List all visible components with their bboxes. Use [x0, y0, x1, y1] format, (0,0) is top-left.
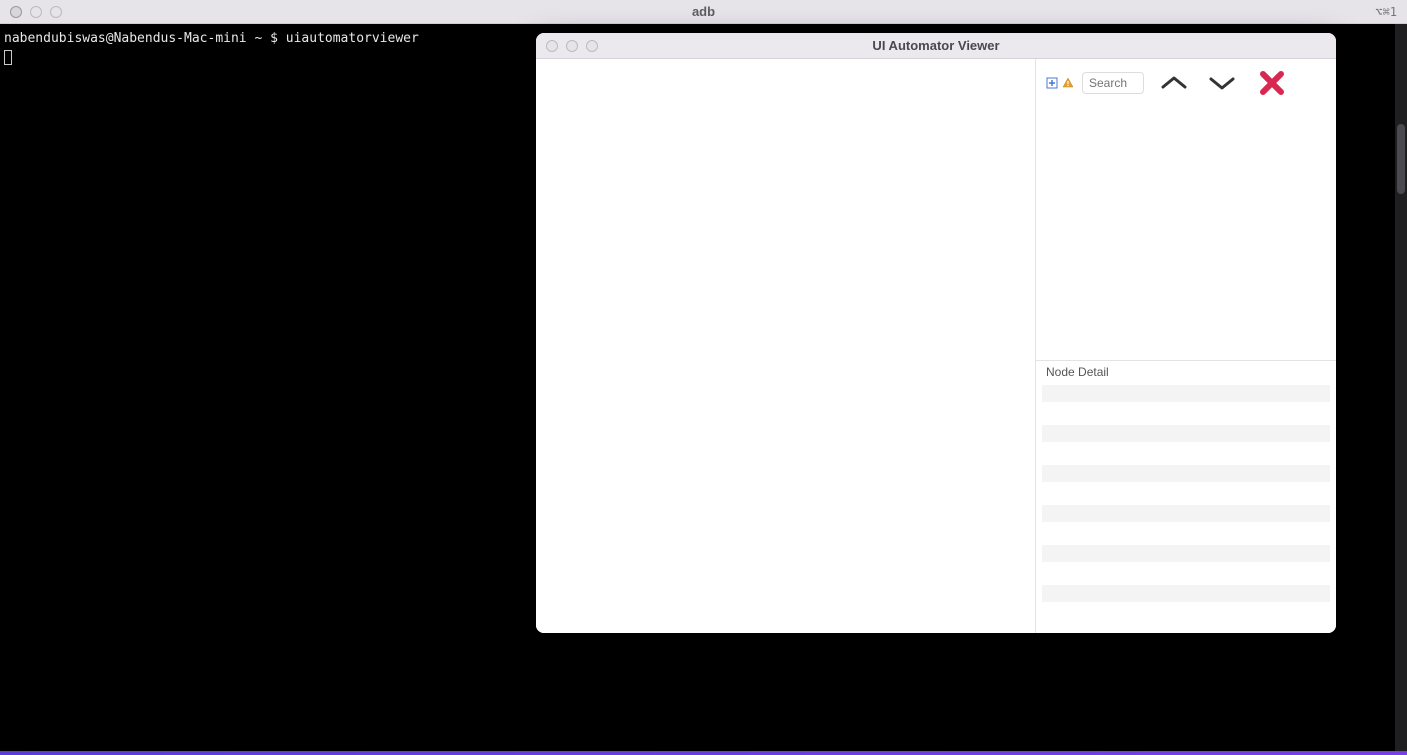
node-detail-row[interactable] [1042, 525, 1330, 542]
terminal-prompt: nabendubiswas@Nabendus-Mac-mini ~ $ [4, 31, 286, 46]
node-detail-row[interactable] [1042, 485, 1330, 502]
viewer-close-button[interactable] [546, 40, 558, 52]
minimize-window-button[interactable] [30, 6, 42, 18]
viewer-minimize-button[interactable] [566, 40, 578, 52]
node-detail-row[interactable] [1042, 445, 1330, 462]
terminal-cursor [4, 50, 12, 65]
node-detail-section: Node Detail [1036, 360, 1336, 633]
node-detail-row[interactable] [1042, 585, 1330, 602]
warning-icon [1062, 77, 1074, 89]
shortcut-indicator: ⌥⌘1 [1375, 5, 1397, 19]
node-detail-row[interactable] [1042, 425, 1330, 442]
viewer-traffic-lights [536, 40, 598, 52]
node-detail-row[interactable] [1042, 405, 1330, 422]
terminal-traffic-lights [0, 6, 62, 18]
terminal-scrollbar-thumb[interactable] [1397, 124, 1405, 194]
maximize-window-button[interactable] [50, 6, 62, 18]
hierarchy-toolbar [1036, 59, 1336, 107]
node-detail-row[interactable] [1042, 505, 1330, 522]
viewer-maximize-button[interactable] [586, 40, 598, 52]
node-detail-row[interactable] [1042, 465, 1330, 482]
viewer-title: UI Automator Viewer [872, 38, 999, 53]
nav-down-button[interactable] [1204, 73, 1240, 93]
hierarchy-pane: Node Detail [1036, 59, 1336, 633]
node-detail-header: Node Detail [1036, 361, 1336, 383]
viewer-body: Node Detail [536, 59, 1336, 633]
node-detail-table [1036, 383, 1336, 633]
terminal-title: adb [692, 4, 715, 19]
node-detail-row[interactable] [1042, 385, 1330, 402]
nav-up-button[interactable] [1156, 73, 1192, 93]
close-window-button[interactable] [10, 6, 22, 18]
viewer-titlebar: UI Automator Viewer [536, 33, 1336, 59]
node-detail-row[interactable] [1042, 565, 1330, 582]
uiautomator-viewer-window: UI Automator Viewer [536, 33, 1336, 633]
terminal-titlebar: adb ⌥⌘1 [0, 0, 1407, 24]
search-input[interactable] [1082, 72, 1144, 94]
hierarchy-tree[interactable] [1036, 107, 1336, 360]
node-detail-row[interactable] [1042, 545, 1330, 562]
terminal-scrollbar[interactable] [1395, 24, 1407, 751]
expand-all-icon[interactable] [1046, 77, 1058, 89]
bottom-accent-bar [0, 751, 1407, 755]
terminal-command: uiautomatorviewer [286, 31, 419, 46]
node-detail-row[interactable] [1042, 605, 1330, 622]
screenshot-pane[interactable] [536, 59, 1036, 633]
clear-button[interactable] [1256, 69, 1288, 97]
